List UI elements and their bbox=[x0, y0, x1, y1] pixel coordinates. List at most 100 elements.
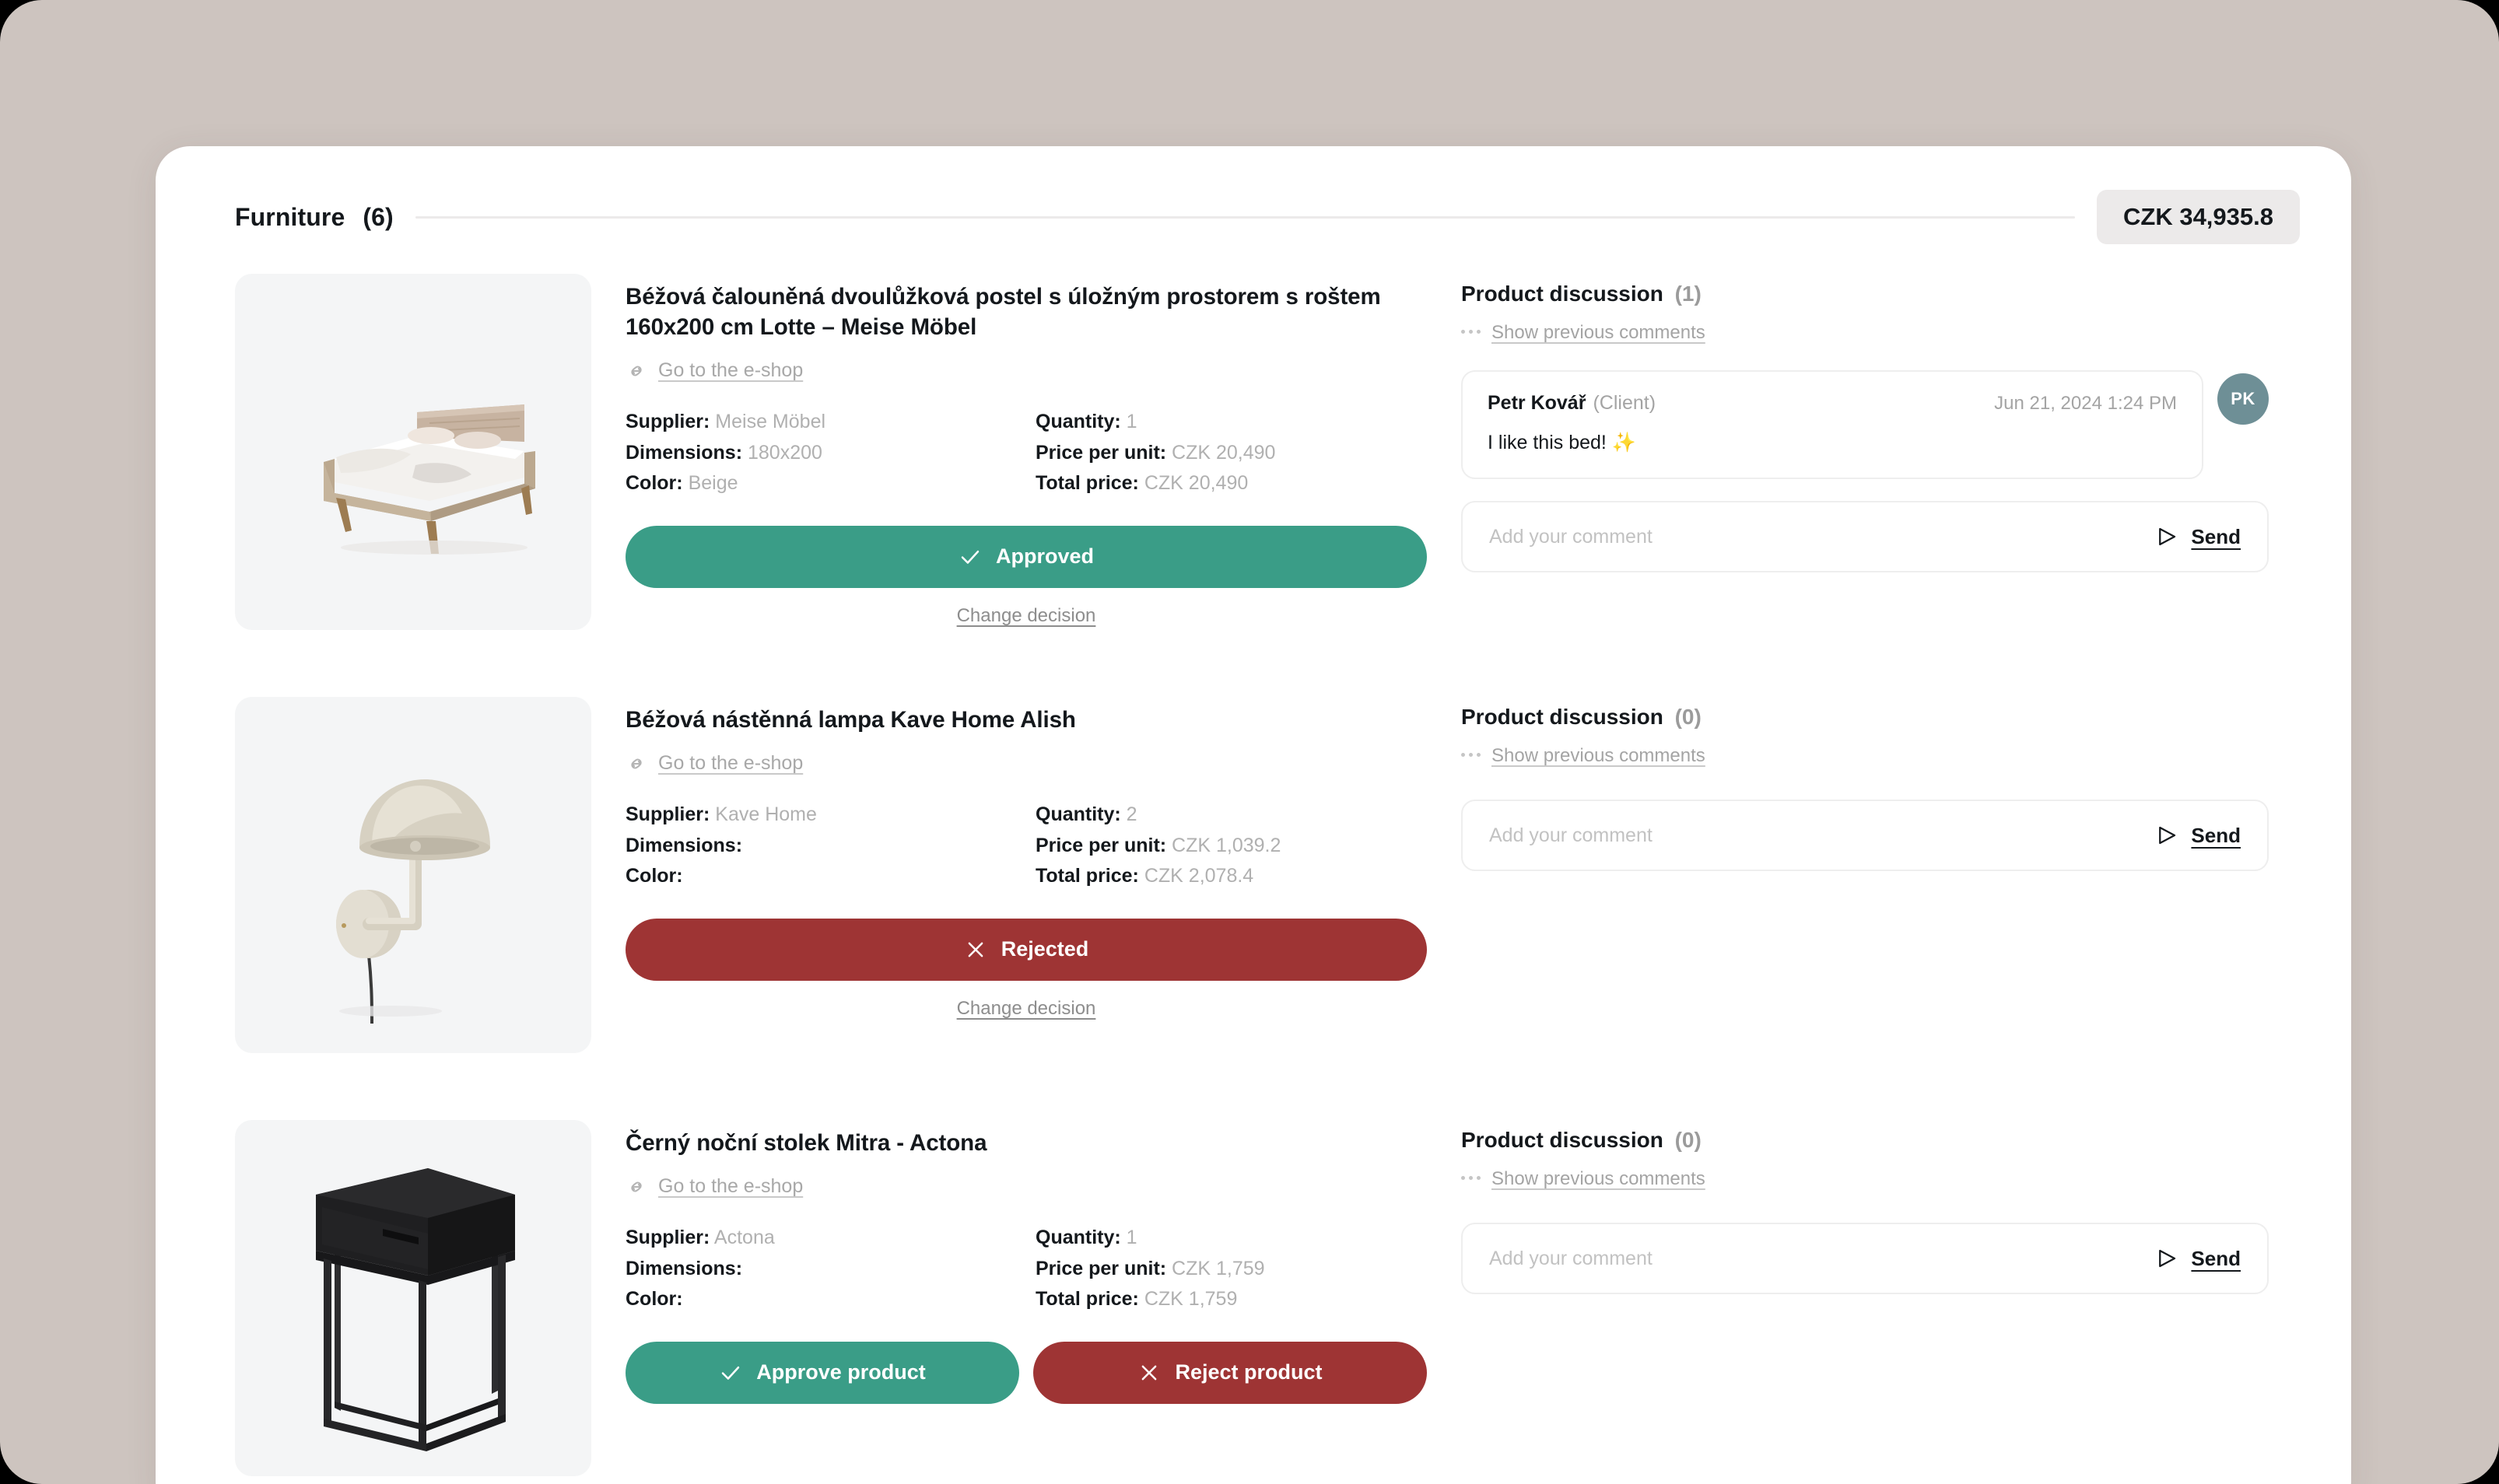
spec-supplier: Supplier: Meise Möbel bbox=[626, 407, 1026, 438]
product-image-bed[interactable] bbox=[235, 274, 591, 630]
spec-quantity-label: Quantity: bbox=[1036, 803, 1121, 826]
rejected-label: Rejected bbox=[1001, 937, 1089, 961]
rejected-status-button[interactable]: Rejected bbox=[626, 918, 1427, 981]
show-previous-comments[interactable]: Show previous comments bbox=[1461, 1168, 2269, 1190]
decision-area: Approved Change decision bbox=[626, 525, 1427, 627]
go-to-eshop-link[interactable]: Go to the e-shop bbox=[626, 1175, 1427, 1198]
discussion-count: (0) bbox=[1674, 705, 1702, 729]
comment-input[interactable] bbox=[1489, 824, 2156, 847]
discussion-title: Product discussion (0) bbox=[1461, 1128, 2269, 1153]
spec-column-right: Quantity: 1 Price per unit: CZK 1,759 To… bbox=[1026, 1223, 1427, 1315]
spec-color-label: Color: bbox=[626, 1288, 683, 1311]
comment-input[interactable] bbox=[1489, 525, 2156, 548]
link-icon bbox=[626, 753, 647, 775]
spec-dimensions: Dimensions: bbox=[626, 831, 1026, 862]
spec-color: Color: Beige bbox=[626, 468, 1026, 499]
reject-product-button[interactable]: Reject product bbox=[1033, 1341, 1427, 1404]
check-icon bbox=[719, 1361, 742, 1384]
link-icon bbox=[626, 1176, 647, 1198]
product-title: Béžová čalouněná dvoulůžková postel s úl… bbox=[626, 284, 1381, 341]
spec-total-price-value: CZK 2,078.4 bbox=[1144, 865, 1254, 887]
ellipsis-icon bbox=[1461, 752, 1481, 760]
send-button[interactable]: Send bbox=[2155, 525, 2241, 549]
spec-price-per-unit: Price per unit: CZK 1,039.2 bbox=[1036, 831, 1427, 862]
section-total-badge: CZK 34,935.8 bbox=[2097, 190, 2300, 244]
send-button[interactable]: Send bbox=[2155, 1247, 2241, 1271]
spec-column-left: Supplier: Actona Dimensions: Color: bbox=[626, 1223, 1026, 1315]
furniture-section-card: Furniture (6) CZK 34,935.8 Béžová čaloun… bbox=[156, 146, 2351, 1484]
show-previous-comments-label: Show previous comments bbox=[1491, 745, 1705, 766]
discussion-title-text: Product discussion bbox=[1461, 1128, 1663, 1152]
spec-quantity-value: 2 bbox=[1126, 803, 1137, 826]
send-icon bbox=[2155, 525, 2178, 548]
spec-total-price-label: Total price: bbox=[1036, 865, 1139, 887]
approved-status-button[interactable]: Approved bbox=[626, 525, 1427, 588]
comment-composer[interactable]: Send bbox=[1461, 501, 2269, 572]
approve-product-button[interactable]: Approve product bbox=[626, 1341, 1019, 1404]
send-icon bbox=[2155, 824, 2178, 847]
spec-quantity-label: Quantity: bbox=[1036, 411, 1121, 433]
spec-quantity-label: Quantity: bbox=[1036, 1227, 1121, 1249]
spec-total-price-label: Total price: bbox=[1036, 472, 1139, 495]
desktop-background: Furniture (6) CZK 34,935.8 Béžová čaloun… bbox=[0, 0, 2499, 1484]
spec-price-per-unit: Price per unit: CZK 1,759 bbox=[1036, 1254, 1427, 1285]
comment-composer[interactable]: Send bbox=[1461, 1223, 2269, 1294]
show-previous-comments[interactable]: Show previous comments bbox=[1461, 745, 2269, 767]
go-to-eshop-link[interactable]: Go to the e-shop bbox=[626, 359, 1427, 382]
comment-composer[interactable]: Send bbox=[1461, 800, 2269, 871]
go-to-eshop-label: Go to the e-shop bbox=[658, 752, 804, 775]
show-previous-comments-label: Show previous comments bbox=[1491, 322, 1705, 343]
section-item-count: (6) bbox=[363, 202, 394, 231]
product-row: Béžová nástěnná lampa Kave Home Alish Go… bbox=[156, 630, 2351, 1053]
spec-color-label: Color: bbox=[626, 865, 683, 887]
comment-input[interactable] bbox=[1489, 1247, 2156, 1270]
comment-author-role: (Client) bbox=[1593, 392, 1656, 414]
spec-dimensions: Dimensions: 180x200 bbox=[626, 438, 1026, 469]
spec-color-value: Beige bbox=[688, 472, 738, 495]
send-icon bbox=[2155, 1247, 2178, 1270]
spec-price-per-unit-label: Price per unit: bbox=[1036, 1257, 1167, 1279]
product-row: Černý noční stolek Mitra - Actona Go to … bbox=[156, 1053, 2351, 1476]
spec-total-price: Total price: CZK 20,490 bbox=[1036, 468, 1427, 499]
comment-timestamp: Jun 21, 2024 1:24 PM bbox=[1994, 393, 2177, 414]
product-image-nightstand[interactable] bbox=[235, 1120, 591, 1476]
change-decision-link[interactable]: Change decision bbox=[626, 605, 1427, 627]
spec-total-price-value: CZK 20,490 bbox=[1144, 472, 1249, 495]
spec-quantity-value: 1 bbox=[1126, 411, 1137, 433]
decision-area: Approve product Reject product bbox=[626, 1341, 1427, 1404]
product-specs: Supplier: Meise Möbel Dimensions: 180x20… bbox=[626, 407, 1427, 499]
spec-price-per-unit-label: Price per unit: bbox=[1036, 441, 1167, 464]
check-icon bbox=[959, 545, 982, 569]
product-discussion: Product discussion (1) Show previous com… bbox=[1461, 274, 2300, 630]
reject-product-label: Reject product bbox=[1175, 1360, 1323, 1384]
spec-supplier: Supplier: Kave Home bbox=[626, 800, 1026, 831]
product-specs: Supplier: Actona Dimensions: Color: Quan… bbox=[626, 1223, 1427, 1315]
spec-color: Color: bbox=[626, 861, 1026, 892]
spec-dimensions-value: 180x200 bbox=[747, 441, 822, 464]
spec-supplier-label: Supplier: bbox=[626, 803, 710, 826]
product-title: Černý noční stolek Mitra - Actona bbox=[626, 1130, 987, 1156]
product-image-lamp[interactable] bbox=[235, 697, 591, 1053]
comment-text: I like this bed! ✨ bbox=[1488, 432, 1636, 453]
send-label: Send bbox=[2191, 524, 2241, 548]
spec-supplier: Supplier: Actona bbox=[626, 1223, 1026, 1254]
spec-color: Color: bbox=[626, 1284, 1026, 1315]
discussion-title: Product discussion (0) bbox=[1461, 705, 2269, 730]
x-icon bbox=[964, 938, 987, 961]
approve-product-label: Approve product bbox=[756, 1360, 926, 1384]
spec-price-per-unit-value: CZK 1,759 bbox=[1172, 1257, 1265, 1279]
show-previous-comments[interactable]: Show previous comments bbox=[1461, 322, 2269, 344]
comment-header: Petr Kovář (Client) Jun 21, 2024 1:24 PM bbox=[1488, 392, 2177, 415]
spec-quantity: Quantity: 1 bbox=[1036, 1223, 1427, 1254]
spec-supplier-value: Kave Home bbox=[715, 803, 817, 826]
product-details: Černý noční stolek Mitra - Actona Go to … bbox=[626, 1120, 1427, 1476]
send-button[interactable]: Send bbox=[2155, 824, 2241, 848]
spec-column-right: Quantity: 2 Price per unit: CZK 1,039.2 … bbox=[1026, 800, 1427, 892]
ellipsis-icon bbox=[1461, 1175, 1481, 1183]
change-decision-link[interactable]: Change decision bbox=[626, 998, 1427, 1020]
header-divider bbox=[415, 215, 2075, 219]
product-title: Béžová nástěnná lampa Kave Home Alish bbox=[626, 707, 1076, 733]
spec-total-price: Total price: CZK 1,759 bbox=[1036, 1284, 1427, 1315]
go-to-eshop-link[interactable]: Go to the e-shop bbox=[626, 752, 1427, 775]
comment-author: Petr Kovář bbox=[1488, 392, 1586, 414]
